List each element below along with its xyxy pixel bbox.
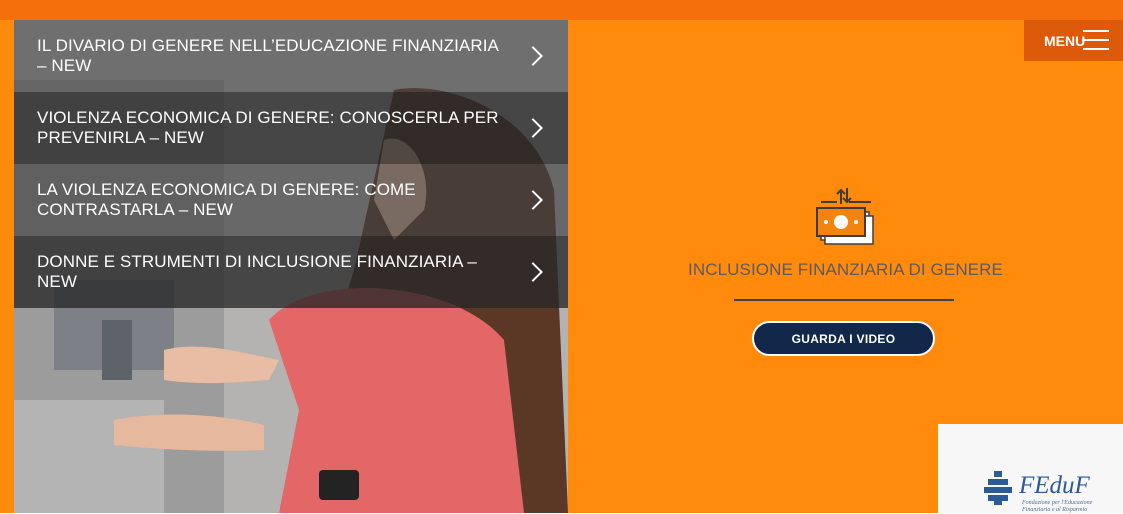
chevron-right-icon xyxy=(523,262,543,282)
feature-title: INCLUSIONE FINANZIARIA DI GENERE xyxy=(688,260,1003,279)
chevron-right-icon xyxy=(523,190,543,210)
hamburger-icon xyxy=(1083,30,1109,50)
video-menu-item-label: VIOLENZA ECONOMICA DI GENERE: CONOSCERLA… xyxy=(37,108,499,147)
video-menu-item[interactable]: IL DIVARIO DI GENERE NELL’EDUCAZIONE FIN… xyxy=(14,20,568,92)
video-menu-item-label: IL DIVARIO DI GENERE NELL’EDUCAZIONE FIN… xyxy=(37,36,499,75)
title-divider xyxy=(734,299,954,301)
video-menu: IL DIVARIO DI GENERE NELL’EDUCAZIONE FIN… xyxy=(14,20,568,308)
top-bar xyxy=(0,0,1123,20)
video-menu-item-label: LA VIOLENZA ECONOMICA DI GENERE: COME CO… xyxy=(37,180,416,219)
menu-button[interactable]: MENU xyxy=(1024,20,1123,61)
money-transfer-icon xyxy=(816,188,874,245)
feduf-logo-text: FEduF xyxy=(1019,472,1090,499)
watch-videos-button[interactable]: GUARDA I VIDEO xyxy=(752,321,935,356)
video-menu-item-label: DONNE E STRUMENTI DI INCLUSIONE FINANZIA… xyxy=(37,252,477,291)
video-menu-item[interactable]: VIOLENZA ECONOMICA DI GENERE: CONOSCERLA… xyxy=(14,92,568,164)
video-menu-item[interactable]: DONNE E STRUMENTI DI INCLUSIONE FINANZIA… xyxy=(14,236,568,308)
photo-panel: IL DIVARIO DI GENERE NELL’EDUCAZIONE FIN… xyxy=(14,20,568,513)
feduf-logo-icon xyxy=(984,471,1012,505)
chevron-right-icon xyxy=(523,118,543,138)
page-frame: IL DIVARIO DI GENERE NELL’EDUCAZIONE FIN… xyxy=(0,0,1123,513)
menu-button-label: MENU xyxy=(1044,32,1086,49)
video-menu-item[interactable]: LA VIOLENZA ECONOMICA DI GENERE: COME CO… xyxy=(14,164,568,236)
chevron-right-icon xyxy=(523,46,543,66)
feduf-logo-subtitle: Fondazione per l'Educazione Finanziaria … xyxy=(1022,500,1093,513)
feduf-logo-box[interactable]: FEduF Fondazione per l'Educazione Finanz… xyxy=(938,424,1123,513)
